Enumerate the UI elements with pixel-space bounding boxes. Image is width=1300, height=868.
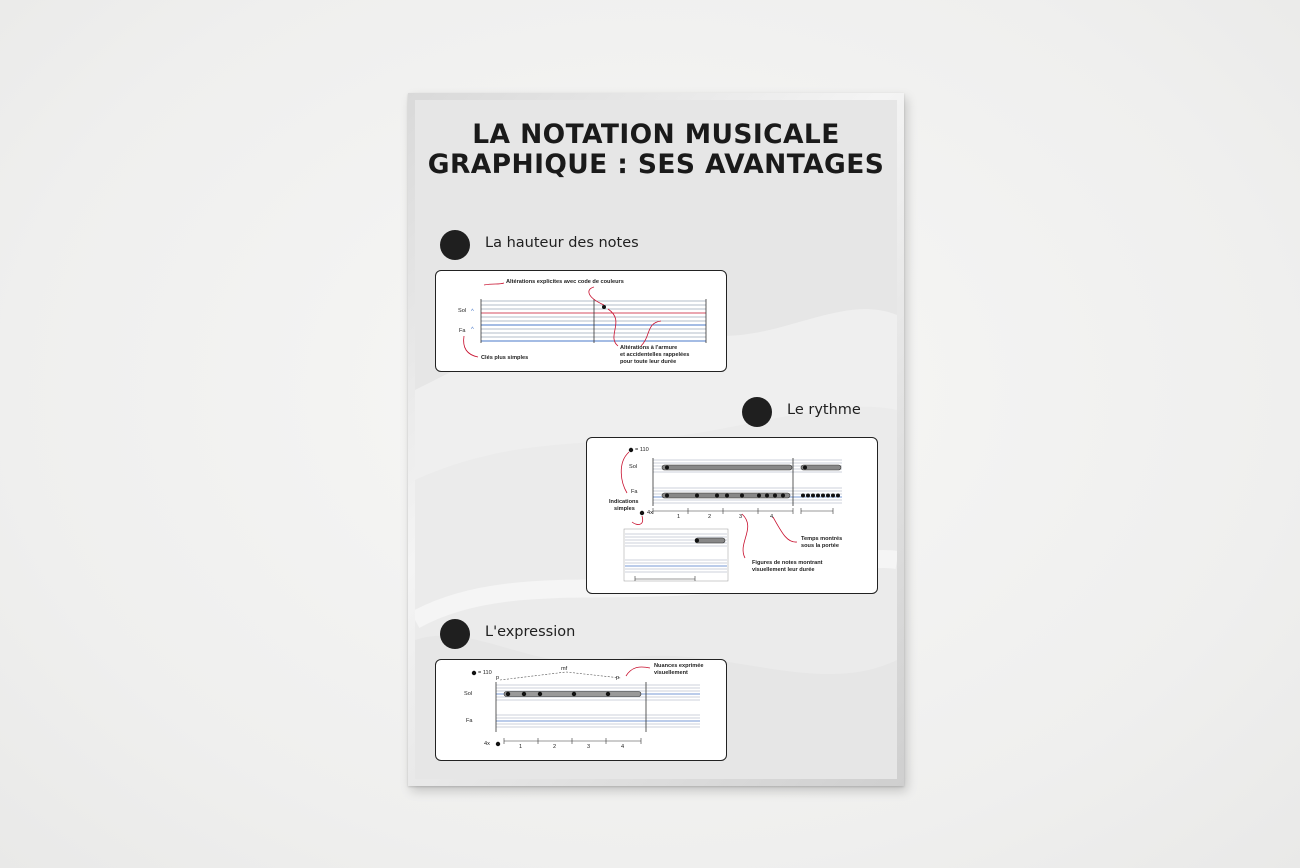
dynamic-mf: mf [561, 666, 568, 672]
rhythm-clef-fa: Fa [631, 489, 638, 495]
annotation-armure-line-1: Altérations à l'armure [620, 345, 678, 351]
rhythm-beat-2: 2 [708, 514, 712, 520]
panel-rhythm: = 110 Sol Fa 4x Indications simples 1 2 … [586, 437, 878, 594]
rhythm-tempo: = 110 [635, 447, 649, 453]
annotation-nuances-line-2: visuellement [654, 670, 688, 676]
dynamic-p-right: p [616, 675, 620, 681]
rhythm-meter: 4x [647, 510, 653, 516]
svg-text:^: ^ [471, 309, 474, 315]
section-bullet-rhythm [742, 397, 772, 427]
expression-beat-1: 1 [519, 744, 523, 750]
expression-beat-4: 4 [621, 744, 625, 750]
dynamic-p-left: p [496, 675, 500, 681]
expression-tempo: = 110 [478, 670, 492, 676]
section-bullet-pitch [440, 230, 470, 260]
annotation-armure-line-2: et accidentelles rappelées [620, 352, 690, 358]
rhythm-clef-sol: Sol [629, 464, 638, 470]
section-bullet-expression [440, 619, 470, 649]
rhythm-staff-diagram [620, 447, 842, 582]
expression-clef-sol: Sol [464, 691, 473, 697]
annotation-nuances-line-1: Nuances exprimée [654, 663, 704, 669]
clef-fa-label: Fa [459, 328, 466, 334]
section-title-pitch: La hauteur des notes [485, 235, 639, 251]
poster-title: LA NOTATION MUSICALE GRAPHIQUE : SES AVA… [415, 120, 897, 180]
annotation-alterations-colors: Altérations explicites avec code de coul… [506, 279, 624, 285]
annotation-clefs: Clés plus simples [481, 355, 529, 361]
clef-sol-label: Sol [458, 308, 467, 314]
expression-beat-3: 3 [587, 744, 591, 750]
rhythm-beat-3: 3 [739, 514, 743, 520]
annotation-temps-line-2: sous la portée [801, 543, 839, 549]
annotation-figures-line-2: visuellement leur durée [752, 567, 815, 573]
rhythm-beat-4: 4 [770, 514, 774, 520]
expression-meter: 4x [484, 741, 490, 747]
panel-pitch: ^ ^ Altérations explicites avec code de … [435, 270, 727, 372]
annotation-indications-line-1: Indications [609, 499, 639, 505]
annotation-indications-line-2: simples [614, 506, 635, 512]
annotation-armure-line-3: pour toute leur durée [620, 359, 677, 365]
title-line-2: GRAPHIQUE : SES AVANTAGES [427, 149, 885, 180]
rhythm-beat-1: 1 [677, 514, 681, 520]
poster: LA NOTATION MUSICALE GRAPHIQUE : SES AVA… [415, 100, 897, 779]
section-title-expression: L'expression [485, 624, 576, 640]
section-title-rhythm: Le rythme [787, 402, 861, 418]
expression-clef-fa: Fa [466, 718, 473, 724]
title-line-1: LA NOTATION MUSICALE [472, 119, 840, 150]
svg-text:^: ^ [471, 327, 474, 333]
annotation-figures-line-1: Figures de notes montrant [752, 560, 823, 566]
panel-expression: = 110 mf p p Nuances exprimée visuelleme… [435, 659, 727, 761]
annotation-temps-line-1: Temps montrés [801, 536, 843, 542]
expression-beat-2: 2 [553, 744, 557, 750]
